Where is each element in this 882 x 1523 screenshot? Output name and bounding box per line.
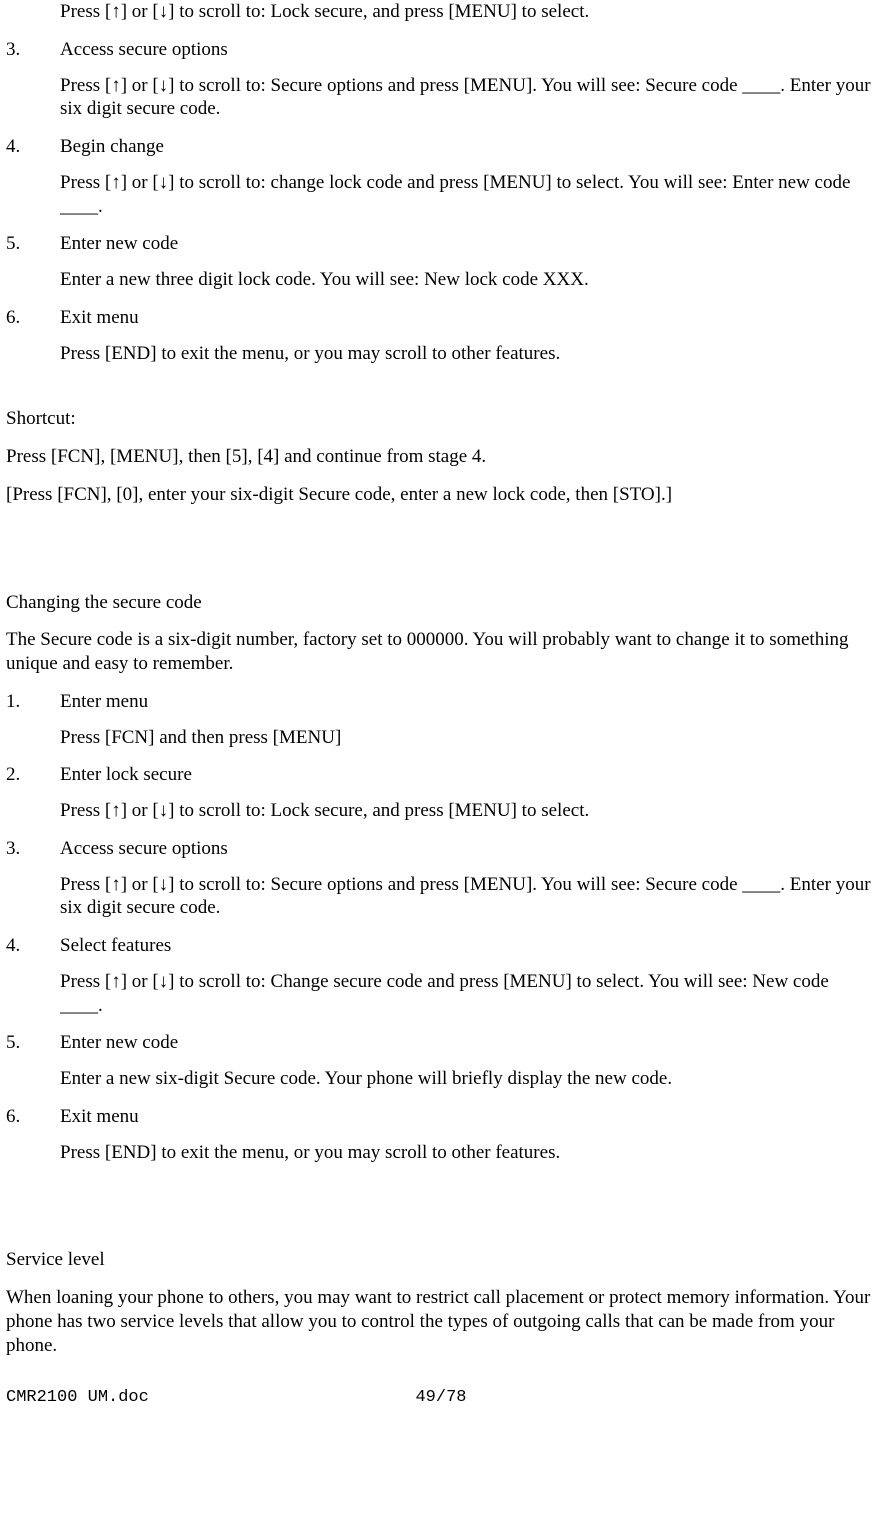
step-number: 2. <box>6 763 60 823</box>
step-5: 5. Enter new code Enter a new three digi… <box>6 232 876 292</box>
secure-step-5: 5. Enter new code Enter a new six-digit … <box>6 1031 876 1091</box>
shortcut-line-2: [Press [FCN], [0], enter your six-digit … <box>6 483 876 507</box>
step-body: Press [↑] or [↓] to scroll to: Secure op… <box>60 873 876 921</box>
step-title: Access secure options <box>60 38 876 62</box>
step-body: Press [END] to exit the menu, or you may… <box>60 342 876 366</box>
step-title: Enter lock secure <box>60 763 876 787</box>
step-3: 3. Access secure options Press [↑] or [↓… <box>6 38 876 121</box>
step-body: Press [↑] or [↓] to scroll to: Secure op… <box>60 74 876 122</box>
step-title: Select features <box>60 934 876 958</box>
secure-step-3: 3. Access secure options Press [↑] or [↓… <box>6 837 876 920</box>
section-heading-service: Service level <box>6 1248 876 1272</box>
step-body: Press [↑] or [↓] to scroll to: change lo… <box>60 171 876 219</box>
step-title: Enter menu <box>60 690 876 714</box>
step-number: 3. <box>6 38 60 121</box>
step-body: Press [↑] or [↓] to scroll to: Lock secu… <box>60 799 876 823</box>
secure-step-1: 1. Enter menu Press [FCN] and then press… <box>6 690 876 750</box>
step-body: Press [↑] or [↓] to scroll to: Lock secu… <box>60 0 876 24</box>
step-number: 3. <box>6 837 60 920</box>
step-number: 4. <box>6 934 60 1017</box>
step-title: Exit menu <box>60 306 876 330</box>
step-body: Enter a new three digit lock code. You w… <box>60 268 876 292</box>
step-number: 4. <box>6 135 60 218</box>
footer-page-number: 49/78 <box>6 1387 876 1408</box>
step-number: 6. <box>6 306 60 366</box>
step-fragment: Press [↑] or [↓] to scroll to: Lock secu… <box>6 0 876 24</box>
step-title: Exit menu <box>60 1105 876 1129</box>
step-6: 6. Exit menu Press [END] to exit the men… <box>6 306 876 366</box>
step-body: Press [FCN] and then press [MENU] <box>60 726 876 750</box>
step-number: 1. <box>6 690 60 750</box>
page-footer: 49/78 CMR2100 UM.doc <box>6 1387 876 1408</box>
step-title: Enter new code <box>60 1031 876 1055</box>
shortcut-line-1: Press [FCN], [MENU], then [5], [4] and c… <box>6 445 876 469</box>
secure-step-4: 4. Select features Press [↑] or [↓] to s… <box>6 934 876 1017</box>
section-intro-secure: The Secure code is a six-digit number, f… <box>6 628 876 676</box>
step-body: Press [↑] or [↓] to scroll to: Change se… <box>60 970 876 1018</box>
step-body: Enter a new six-digit Secure code. Your … <box>60 1067 876 1091</box>
step-body: Press [END] to exit the menu, or you may… <box>60 1141 876 1165</box>
step-title: Begin change <box>60 135 876 159</box>
step-4: 4. Begin change Press [↑] or [↓] to scro… <box>6 135 876 218</box>
secure-step-2: 2. Enter lock secure Press [↑] or [↓] to… <box>6 763 876 823</box>
step-number: 5. <box>6 232 60 292</box>
section-intro-service: When loaning your phone to others, you m… <box>6 1286 876 1357</box>
step-number: 6. <box>6 1105 60 1165</box>
secure-step-6: 6. Exit menu Press [END] to exit the men… <box>6 1105 876 1165</box>
section-heading-secure: Changing the secure code <box>6 591 876 615</box>
shortcut-label: Shortcut: <box>6 407 876 431</box>
step-title: Access secure options <box>60 837 876 861</box>
step-title: Enter new code <box>60 232 876 256</box>
step-number: 5. <box>6 1031 60 1091</box>
